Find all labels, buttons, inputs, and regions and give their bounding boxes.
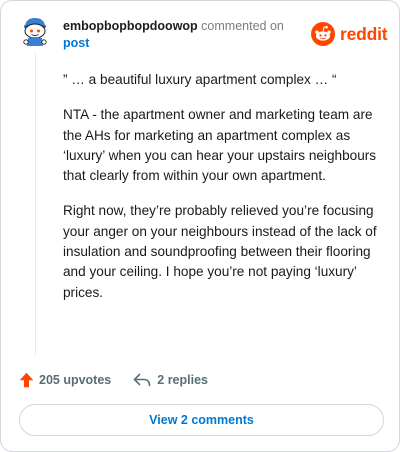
reply-arrow-icon	[133, 373, 151, 387]
replies-button[interactable]: 2 replies	[133, 373, 208, 387]
view-comments-button[interactable]: View 2 comments	[19, 404, 384, 436]
upvote-button[interactable]: 205 upvotes	[19, 372, 111, 388]
username[interactable]: embopbopbopdoowop	[63, 19, 198, 33]
comment-card: embopbopbopdoowop commented on post redd…	[0, 0, 400, 452]
view-comments-label: View 2 comments	[149, 413, 254, 427]
comment-footer: 205 upvotes 2 replies	[19, 369, 379, 391]
snoo-avatar-icon	[23, 18, 47, 46]
comment-paragraph: NTA - the apartment owner and marketing …	[63, 107, 377, 184]
action-text: commented on	[201, 19, 284, 33]
upvote-count: 205 upvotes	[39, 373, 112, 387]
reddit-wordmark: reddit	[340, 23, 388, 44]
comment-paragraph: Right now, they’re probably relieved you…	[63, 203, 377, 300]
comment-body: ” … a beautiful luxury apartment complex…	[63, 70, 381, 318]
comment-header: embopbopbopdoowop commented on post	[63, 18, 313, 52]
comment-paragraph: ” … a beautiful luxury apartment complex…	[63, 72, 337, 87]
thread-line[interactable]	[35, 53, 36, 355]
user-avatar[interactable]	[19, 15, 51, 47]
reddit-alien-icon	[311, 22, 335, 46]
post-link[interactable]: post	[63, 36, 89, 50]
reply-count: 2 replies	[157, 373, 208, 387]
upvote-arrow-icon	[19, 372, 34, 388]
reddit-brand[interactable]: reddit	[311, 21, 388, 47]
